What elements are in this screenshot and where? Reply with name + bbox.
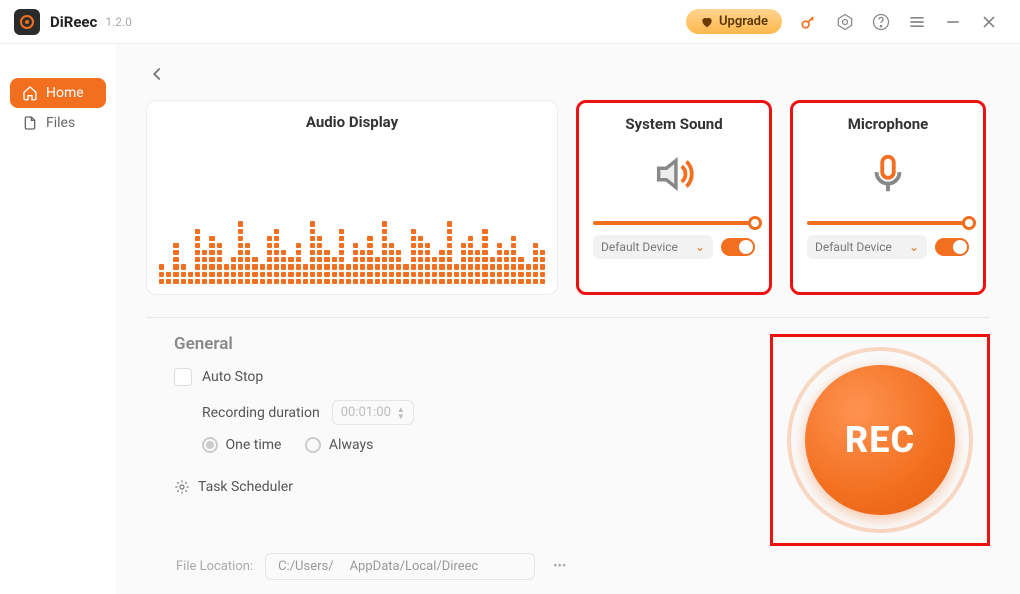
- general-section: General Auto Stop Recording duration 00:…: [146, 334, 770, 546]
- auto-stop-checkbox[interactable]: [174, 368, 192, 386]
- chevron-down-icon: ⌄: [695, 240, 705, 254]
- radio-icon: [305, 437, 321, 453]
- one-time-option[interactable]: One time: [202, 437, 281, 453]
- file-location-label: File Location:: [176, 559, 253, 574]
- recording-duration-stepper[interactable]: 00:01:00 ▲▼: [332, 400, 414, 425]
- sidebar: Home Files: [0, 44, 116, 594]
- record-ring: REC: [787, 347, 973, 533]
- auto-stop-label: Auto Stop: [202, 369, 263, 385]
- home-icon: [22, 85, 38, 101]
- system-device-select[interactable]: Default Device ⌄: [593, 235, 713, 259]
- app-version: 1.2.0: [105, 15, 132, 29]
- system-sound-panel: System Sound Default Device ⌄: [576, 100, 772, 295]
- duration-value: 00:01:00: [341, 405, 391, 420]
- general-heading: General: [174, 334, 770, 354]
- record-button-label: REC: [845, 419, 915, 461]
- help-icon[interactable]: [870, 11, 892, 33]
- heart-icon: [700, 15, 714, 29]
- task-scheduler-label: Task Scheduler: [198, 479, 293, 495]
- close-button[interactable]: [978, 11, 1000, 33]
- select-value: Default Device: [815, 240, 892, 254]
- back-button[interactable]: [146, 63, 168, 89]
- upgrade-label: Upgrade: [719, 14, 768, 29]
- audio-visualizer: [159, 164, 545, 284]
- file-icon: [22, 115, 38, 131]
- key-icon[interactable]: [798, 11, 820, 33]
- gear-icon: [174, 479, 190, 495]
- microphone-toggle[interactable]: [935, 238, 969, 256]
- upgrade-button[interactable]: Upgrade: [686, 9, 782, 34]
- task-scheduler-button[interactable]: Task Scheduler: [174, 479, 770, 495]
- title-bar: DiReec 1.2.0 Upgrade: [0, 0, 1020, 44]
- system-sound-toggle[interactable]: [721, 238, 755, 256]
- system-volume-slider[interactable]: [593, 221, 755, 225]
- app-logo: [14, 9, 40, 35]
- menu-icon[interactable]: [906, 11, 928, 33]
- mic-volume-slider[interactable]: [807, 221, 969, 225]
- file-location-more-button[interactable]: •••: [547, 559, 572, 574]
- file-location-path[interactable]: C:/Users/ AppData/Local/Direec: [265, 553, 535, 580]
- panel-title: System Sound: [593, 115, 755, 133]
- panel-title: Audio Display: [161, 113, 543, 131]
- main-area: Audio Display System Sound Default Devic…: [116, 44, 1020, 594]
- speaker-icon: [593, 141, 755, 207]
- record-button[interactable]: REC: [805, 365, 955, 515]
- mic-device-select[interactable]: Default Device ⌄: [807, 235, 927, 259]
- sidebar-item-files[interactable]: Files: [10, 108, 106, 138]
- file-location-row: File Location: C:/Users/ AppData/Local/D…: [176, 553, 572, 580]
- always-option[interactable]: Always: [305, 437, 373, 453]
- record-area: REC: [770, 334, 990, 546]
- microphone-icon: [807, 141, 969, 207]
- chevron-down-icon: ⌄: [909, 240, 919, 254]
- panel-title: Microphone: [807, 115, 969, 133]
- path-prefix: C:/Users/: [278, 559, 334, 574]
- sidebar-item-home[interactable]: Home: [10, 78, 106, 108]
- minimize-button[interactable]: [942, 11, 964, 33]
- sidebar-item-label: Home: [46, 85, 84, 101]
- radio-icon: [202, 437, 218, 453]
- settings-icon[interactable]: [834, 11, 856, 33]
- audio-display-panel: Audio Display: [146, 100, 558, 295]
- stepper-arrows-icon[interactable]: ▲▼: [397, 406, 405, 420]
- recording-duration-label: Recording duration: [202, 405, 320, 421]
- microphone-panel: Microphone Default Device ⌄: [790, 100, 986, 295]
- path-suffix: AppData/Local/Direec: [350, 559, 479, 574]
- divider: [146, 317, 990, 318]
- select-value: Default Device: [601, 240, 678, 254]
- sidebar-item-label: Files: [46, 115, 75, 131]
- app-name: DiReec: [50, 13, 97, 31]
